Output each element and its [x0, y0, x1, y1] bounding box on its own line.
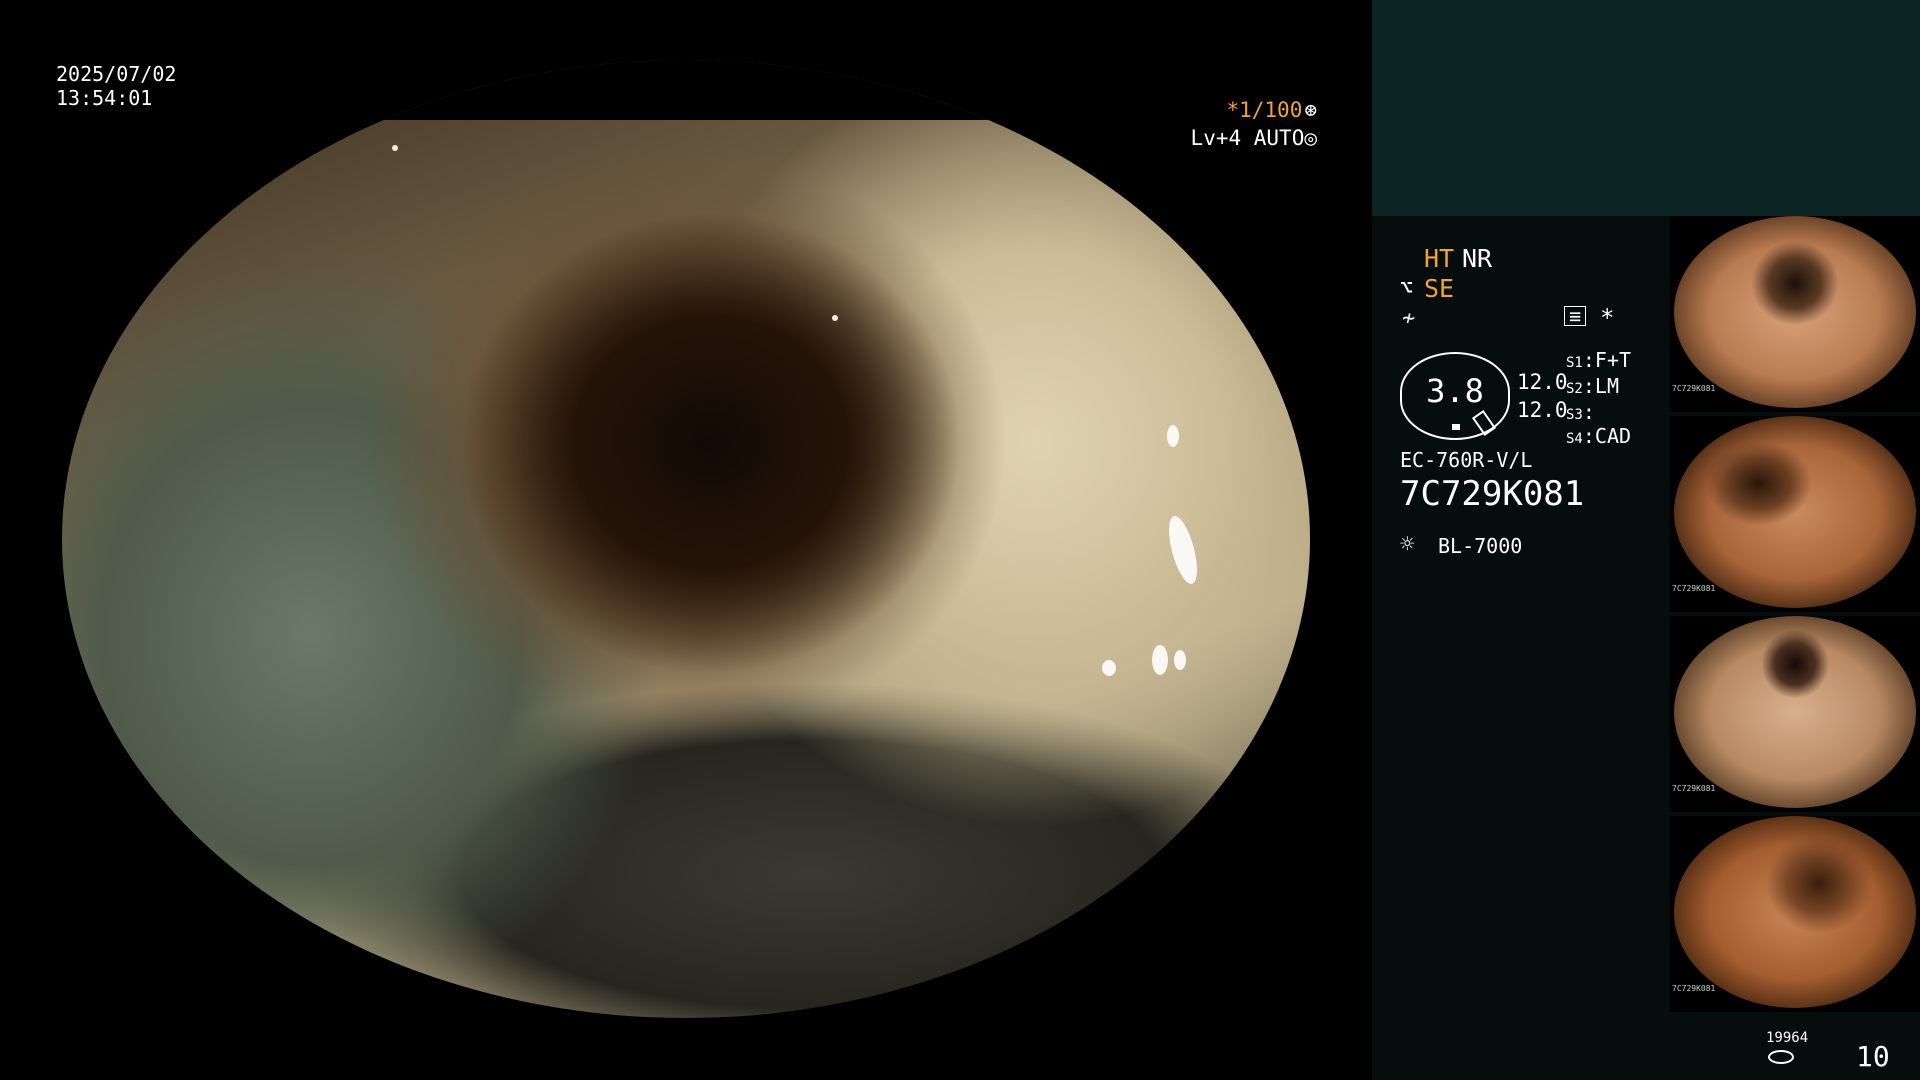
- switch-3: S3:: [1566, 400, 1595, 424]
- specular-highlight: [392, 145, 398, 151]
- thumbnail-image: [1674, 816, 1916, 1008]
- endoscope-image: [62, 60, 1310, 1018]
- badge-square-icon: [1452, 424, 1460, 430]
- thumbnail-label: 7C729K081: [1672, 584, 1716, 593]
- scope-model: EC-760R-V/L: [1400, 448, 1533, 472]
- switch-1-value: F+T: [1594, 348, 1632, 372]
- zoom-badge: 3.8: [1400, 352, 1510, 440]
- specular-highlight: [1163, 513, 1203, 587]
- specular-highlight: [1174, 650, 1186, 670]
- se-indicator: SE: [1424, 274, 1455, 303]
- specular-highlight: [1152, 645, 1168, 675]
- thumbnail[interactable]: 7C729K081: [1670, 416, 1920, 612]
- thumbnail-label: 7C729K081: [1672, 384, 1716, 393]
- switch-1: S1:F+T: [1566, 348, 1632, 372]
- image-count: 10: [1856, 1040, 1890, 1073]
- thumbnail[interactable]: 7C729K081: [1670, 616, 1920, 812]
- switch-2-value: LM: [1594, 374, 1619, 398]
- thumbnail-label: 7C729K081: [1672, 784, 1716, 793]
- shutter-icon: ⊛: [1304, 98, 1317, 122]
- badge-pen-icon: [1471, 409, 1497, 437]
- info-panel-header: [1372, 0, 1920, 216]
- iris-text: Lv+4 AUTO: [1190, 126, 1305, 150]
- date-time-display: 2025/07/02 13:54:01: [56, 62, 176, 110]
- shutter-text: *1/100: [1226, 98, 1303, 122]
- thumbnail-image: [1674, 216, 1916, 408]
- thumbnail-label: 7C729K081: [1672, 984, 1716, 993]
- image-count-small: 19964: [1766, 1030, 1809, 1046]
- zoom-value: 3.8: [1426, 372, 1484, 410]
- value-2: 12.0: [1517, 398, 1568, 422]
- thumbnail[interactable]: 7C729K081: [1670, 816, 1920, 1012]
- iris-icon: ◎: [1304, 126, 1317, 150]
- nr-indicator: NR: [1462, 244, 1493, 273]
- light-source: BL-7000: [1438, 534, 1523, 558]
- thumbnail-image: [1674, 616, 1916, 808]
- switch-4-key: S4: [1566, 431, 1583, 447]
- switch-1-key: S1: [1566, 355, 1583, 371]
- ht-indicator: HT: [1424, 244, 1455, 273]
- time-text: 13:54:01: [56, 86, 153, 110]
- switch-2-key: S2: [1566, 381, 1583, 397]
- switch-4-value: CAD: [1594, 424, 1632, 448]
- memo-icon: ≡: [1564, 306, 1586, 326]
- thumbnail-image: [1674, 416, 1916, 608]
- value-1: 12.0: [1517, 370, 1568, 394]
- switch-3-key: S3: [1566, 407, 1583, 423]
- specular-highlight: [832, 315, 838, 321]
- shutter-display: *1/100⊛: [1226, 98, 1317, 122]
- specular-highlight: [1167, 425, 1179, 447]
- iris-display: Lv+4 AUTO◎: [1191, 126, 1317, 150]
- date-text: 2025/07/02: [56, 62, 177, 86]
- freeze-icon: ≁: [1402, 306, 1416, 331]
- asterisk-icon: *: [1600, 304, 1615, 332]
- main-endoscope-view: 2025/07/02 13:54:01 *1/100⊛ Lv+4 AUTO◎: [0, 0, 1372, 1080]
- switch-2: S2:LM: [1566, 374, 1619, 398]
- scope-serial: 7C729K081: [1400, 474, 1585, 514]
- specular-highlight: [1102, 660, 1116, 676]
- structure-enhance-icon: ⌥: [1400, 276, 1414, 301]
- info-panel: HT NR ⌥ SE ≁ ≡ * 3.8 12.0 12.0 S1:F+T S2…: [1372, 0, 1920, 1080]
- thumbnail[interactable]: 7C729K081: [1670, 216, 1920, 412]
- storage-icon: [1768, 1050, 1794, 1064]
- switch-4: S4:CAD: [1566, 424, 1632, 448]
- light-source-icon: ☼: [1400, 530, 1415, 558]
